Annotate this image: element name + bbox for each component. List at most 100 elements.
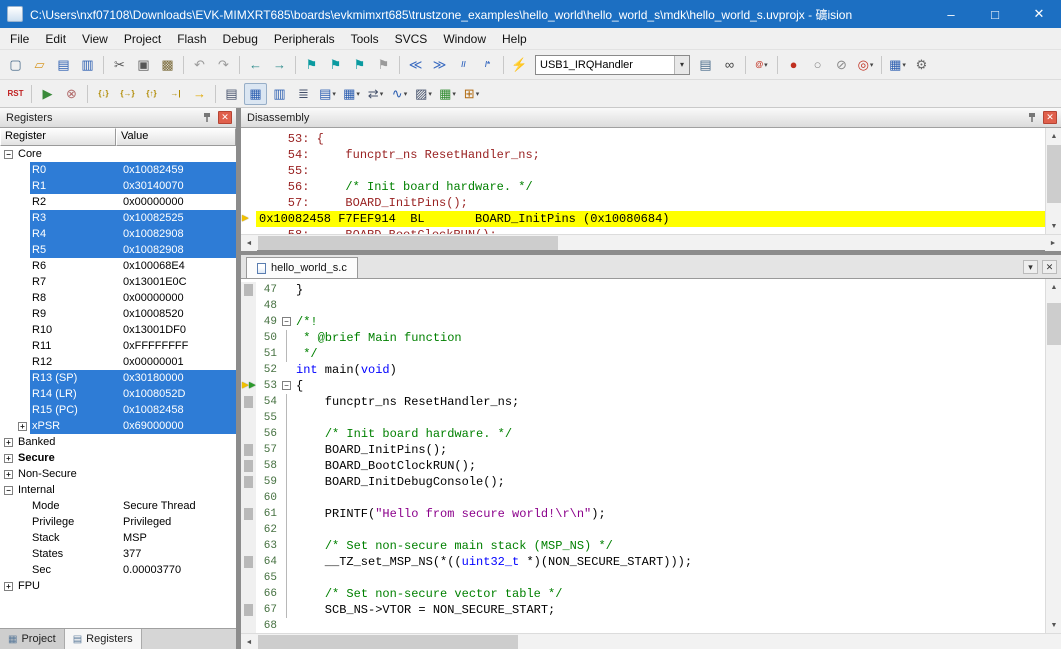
breakpoint-margin[interactable] (241, 442, 256, 458)
editor-line[interactable]: 60 (241, 490, 1045, 506)
register-row-r13-sp[interactable]: R13 (SP)0x30180000 (0, 370, 236, 386)
breakpoint-margin[interactable]: ▶▶ (241, 378, 256, 394)
function-select[interactable]: USB1_IRQHandler▾ (535, 55, 690, 75)
scrollbar-track[interactable] (1046, 346, 1061, 617)
disassembly-margin[interactable] (241, 163, 256, 179)
register-row-r1[interactable]: R10x30140070 (0, 178, 236, 194)
navigate-back-icon[interactable]: ← (244, 54, 267, 76)
disassembly-horizontal-scrollbar[interactable]: ◄ ► (241, 234, 1061, 250)
fold-collapse-icon[interactable]: − (282, 381, 291, 390)
flash-download-icon[interactable]: ⚡ (508, 54, 531, 76)
editor-line[interactable]: 55 (241, 410, 1045, 426)
tree-expander[interactable]: − (0, 150, 16, 159)
disassembly-margin[interactable] (241, 147, 256, 163)
register-row-r10[interactable]: R100x13001DF0 (0, 322, 236, 338)
editor-line[interactable]: 57 BOARD_InitPins(); (241, 442, 1045, 458)
disassembly-margin[interactable] (241, 131, 256, 147)
editor-line[interactable]: 65 (241, 570, 1045, 586)
register-row-non-secure[interactable]: +Non-Secure (0, 466, 236, 482)
serial-window-icon[interactable]: ⇄▾ (364, 83, 387, 105)
register-row-fpu[interactable]: +FPU (0, 578, 236, 594)
watch-window-icon[interactable]: ▤▾ (316, 83, 339, 105)
register-row-r9[interactable]: R90x10008520 (0, 306, 236, 322)
menu-flash[interactable]: Flash (169, 30, 214, 48)
register-row-sec[interactable]: Sec0.00003770 (0, 562, 236, 578)
outdent-icon[interactable]: ≪ (404, 54, 427, 76)
disassembly-line[interactable]: 57: BOARD_InitPins(); (241, 195, 1045, 211)
editor-line[interactable]: 56 /* Init board hardware. */ (241, 426, 1045, 442)
disassembly-margin[interactable]: ▶ (241, 211, 256, 227)
register-row-r14-lr[interactable]: R14 (LR)0x1008052D (0, 386, 236, 402)
find-in-files-icon[interactable]: ∞ (718, 54, 741, 76)
document-list-button[interactable]: ▾ (1023, 260, 1038, 274)
close-panel-button[interactable]: ✕ (1043, 111, 1057, 124)
fold-collapse-icon[interactable]: − (282, 317, 291, 326)
close-panel-button[interactable]: ✕ (218, 111, 232, 124)
menu-file[interactable]: File (2, 30, 37, 48)
editor-line[interactable]: 62 (241, 522, 1045, 538)
register-row-r5[interactable]: R50x10082908 (0, 242, 236, 258)
step-over-icon[interactable]: {→} (116, 83, 139, 105)
tree-expander[interactable]: + (0, 470, 16, 479)
scrollbar-thumb[interactable] (258, 635, 518, 649)
breakpoint-margin[interactable] (241, 506, 256, 522)
editor-line[interactable]: 63 /* Set non-secure main stack (MSP_NS)… (241, 538, 1045, 554)
cut-icon[interactable]: ✂ (108, 54, 131, 76)
editor-line[interactable]: 48 (241, 298, 1045, 314)
paste-icon[interactable]: ▩ (156, 54, 179, 76)
menu-window[interactable]: Window (435, 30, 494, 48)
prev-bookmark-icon[interactable]: ⚑ (324, 54, 347, 76)
menu-tools[interactable]: Tools (343, 30, 387, 48)
chevron-down-icon[interactable]: ▾ (380, 90, 384, 98)
chevron-down-icon[interactable]: ▾ (332, 90, 336, 98)
breakpoint-margin[interactable] (241, 522, 256, 538)
chevron-down-icon[interactable]: ▾ (674, 56, 689, 74)
editor-line[interactable]: 52int main(void) (241, 362, 1045, 378)
comment-icon[interactable]: // (452, 54, 475, 76)
disassembly-window-icon[interactable]: ▦ (244, 83, 267, 105)
disassembly-line[interactable]: 56: /* Init board hardware. */ (241, 179, 1045, 195)
tree-expander[interactable]: + (0, 422, 30, 431)
redo-icon[interactable]: ↷ (212, 54, 235, 76)
call-stack-icon[interactable]: ≣ (292, 83, 315, 105)
breakpoint-margin[interactable] (241, 330, 256, 346)
register-row-r4[interactable]: R40x10082908 (0, 226, 236, 242)
breakpoint-margin[interactable] (241, 490, 256, 506)
disassembly-line[interactable]: ▶0x10082458 F7FEF914 BL BOARD_InitPins (… (241, 211, 1045, 227)
navigate-forward-icon[interactable]: → (268, 54, 291, 76)
run-to-cursor-icon[interactable]: →| (164, 83, 187, 105)
search-icon[interactable]: @▾ (750, 54, 773, 76)
breakpoint-margin[interactable] (241, 394, 256, 410)
step-out-icon[interactable]: {↑} (140, 83, 163, 105)
register-row-r0[interactable]: R00x10082459 (0, 162, 236, 178)
scroll-right-button[interactable]: ► (1045, 235, 1061, 251)
menu-help[interactable]: Help (494, 30, 535, 48)
editor-line[interactable]: 58 BOARD_BootClockRUN(); (241, 458, 1045, 474)
insert-breakpoint-icon[interactable]: ● (782, 54, 805, 76)
menu-peripherals[interactable]: Peripherals (266, 30, 343, 48)
step-into-icon[interactable]: {↓} (92, 83, 115, 105)
editor-line[interactable]: 47} (241, 282, 1045, 298)
expand-icon[interactable]: + (18, 422, 27, 431)
disassembly-margin[interactable] (241, 227, 256, 234)
expand-icon[interactable]: + (4, 438, 13, 447)
scroll-up-button[interactable]: ▲ (1046, 279, 1061, 295)
chevron-down-icon[interactable]: ▾ (404, 90, 408, 98)
disassembly-margin[interactable] (241, 179, 256, 195)
register-row-r3[interactable]: R30x10082525 (0, 210, 236, 226)
scroll-down-button[interactable]: ▼ (1046, 617, 1061, 633)
scroll-up-button[interactable]: ▲ (1046, 128, 1061, 144)
editor-line[interactable]: 61 PRINTF("Hello from secure world!\r\n"… (241, 506, 1045, 522)
undo-icon[interactable]: ↶ (188, 54, 211, 76)
chevron-down-icon[interactable]: ▾ (428, 90, 432, 98)
menu-edit[interactable]: Edit (37, 30, 74, 48)
expand-icon[interactable]: + (4, 582, 13, 591)
editor-line[interactable]: 68 (241, 618, 1045, 633)
close-document-button[interactable]: ✕ (1042, 260, 1057, 274)
register-row-privilege[interactable]: PrivilegePrivileged (0, 514, 236, 530)
expand-icon[interactable]: + (4, 454, 13, 463)
breakpoint-margin[interactable] (241, 602, 256, 618)
register-row-states[interactable]: States377 (0, 546, 236, 562)
toolbox-icon[interactable]: ⊞▾ (460, 83, 483, 105)
breakpoint-margin[interactable] (241, 586, 256, 602)
